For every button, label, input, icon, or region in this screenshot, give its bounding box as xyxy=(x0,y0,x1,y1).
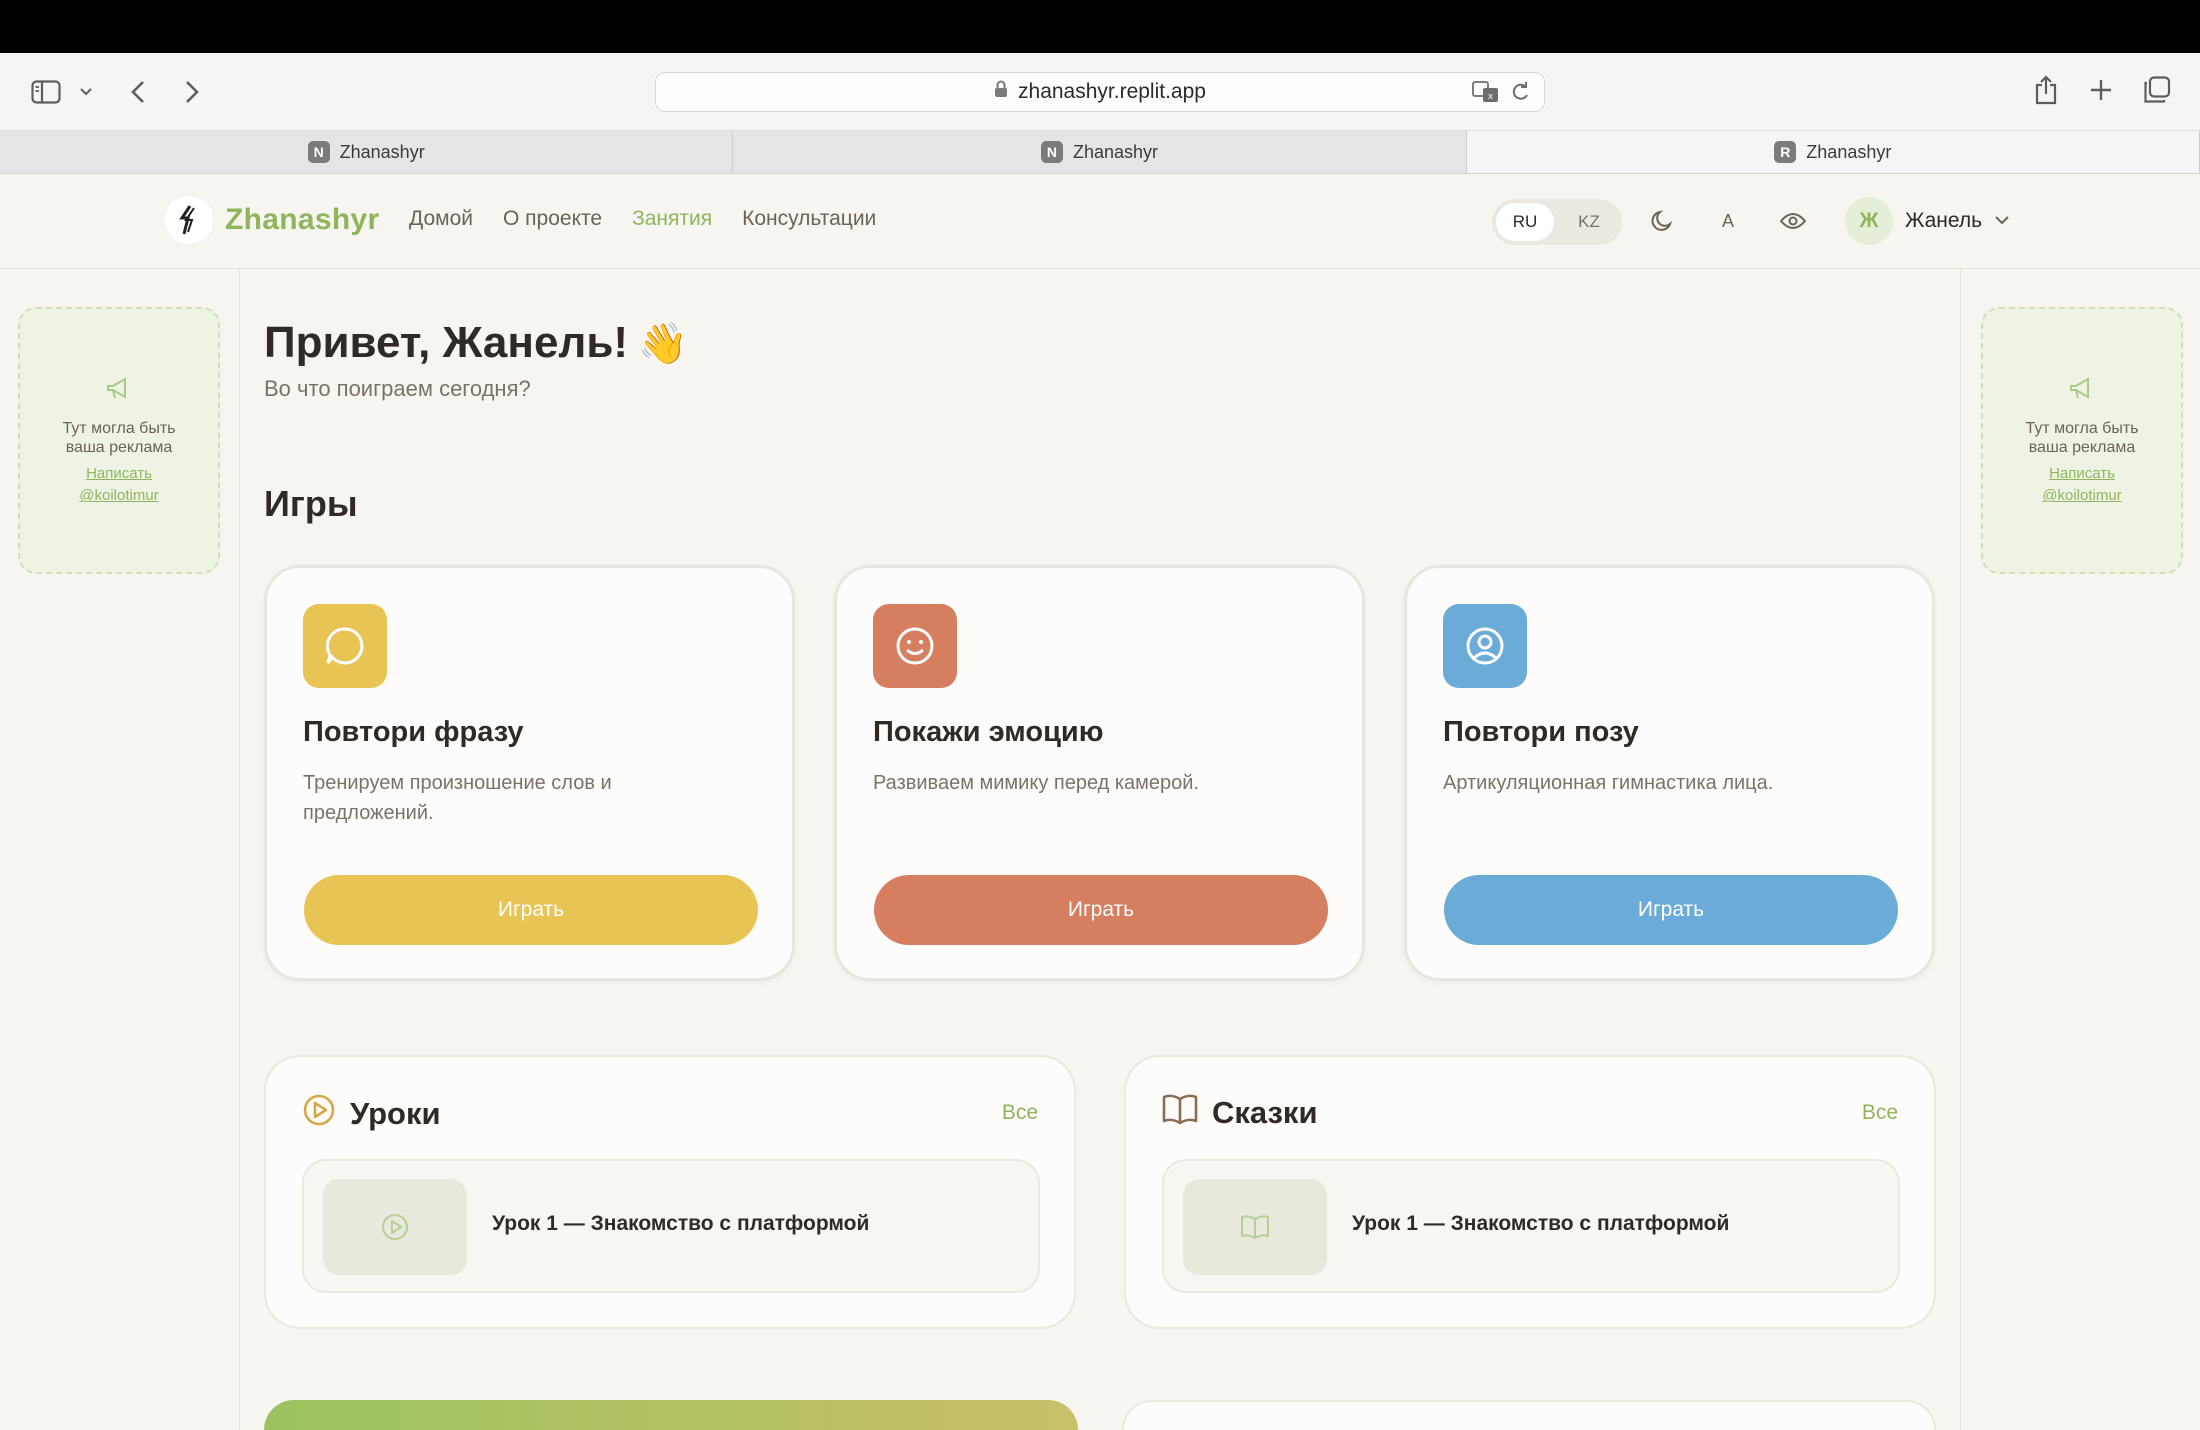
page-subtitle: Во что поиграем сегодня? xyxy=(264,376,531,401)
game-title: Повтори позу xyxy=(1443,716,1639,748)
play-button[interactable]: Играть xyxy=(874,875,1328,945)
language-switcher: RU KZ xyxy=(1492,199,1622,245)
list-item-title: Урок 1 — Знакомство с платформой xyxy=(1352,1212,1730,1235)
right-ad-column: Тут могла быть ваша реклама Написать @ko… xyxy=(1960,269,2200,1430)
info-card xyxy=(1122,1400,1936,1430)
browser-tab-active[interactable]: R Zhanashyr xyxy=(1466,131,2200,173)
browser-tab[interactable]: N Zhanashyr xyxy=(0,131,734,173)
lock-icon xyxy=(994,80,1008,104)
waving-hand-icon: 👋 xyxy=(638,321,688,366)
reload-icon[interactable] xyxy=(1510,81,1530,109)
eye-icon[interactable] xyxy=(1778,207,1808,235)
favicon-icon: N xyxy=(307,141,330,163)
lessons-section: Уроки Все Урок 1 — Знакомство с платформ… xyxy=(264,1055,1076,1329)
play-circle-icon xyxy=(323,1179,467,1275)
user-menu[interactable]: Ж Жанель xyxy=(1845,197,2010,245)
nav-item-lessons[interactable]: Занятия xyxy=(632,207,712,231)
book-icon xyxy=(1162,1093,1198,1133)
sidebar-toggle-icon[interactable] xyxy=(30,77,62,107)
games-section-title: Игры xyxy=(264,483,358,524)
see-all-link[interactable]: Все xyxy=(1002,1101,1038,1125)
list-item[interactable]: Урок 1 — Знакомство с платформой xyxy=(302,1159,1040,1293)
ad-write-link[interactable]: Написать xyxy=(86,465,152,483)
list-item[interactable]: Урок 1 — Знакомство с платформой xyxy=(1162,1159,1900,1293)
address-bar[interactable]: zhanashyr.replit.app x xyxy=(655,72,1545,112)
greeting-text: Привет, Жанель! xyxy=(264,318,629,367)
play-circle-icon xyxy=(302,1093,336,1135)
ad-handle-link[interactable]: @koilotimur xyxy=(2042,487,2121,505)
ad-handle-link[interactable]: @koilotimur xyxy=(79,487,158,505)
page-title: Привет, Жанель! 👋 xyxy=(264,318,688,368)
ad-placeholder: Тут могла быть ваша реклама Написать @ko… xyxy=(1981,307,2183,574)
game-title: Повтори фразу xyxy=(303,716,524,748)
url-text: zhanashyr.replit.app xyxy=(1018,80,1206,103)
game-description: Артикуляционная гимнастика лица. xyxy=(1443,772,1774,794)
avatar: Ж xyxy=(1845,197,1893,245)
browser-tabs: N Zhanashyr N Zhanashyr R Zhanashyr xyxy=(0,131,2200,174)
list-item-title: Урок 1 — Знакомство с платформой xyxy=(492,1212,870,1235)
ad-write-link[interactable]: Написать xyxy=(2049,465,2115,483)
tales-section: Сказки Все Урок 1 — Знакомство с платфор… xyxy=(1124,1055,1936,1329)
svg-text:x: x xyxy=(1488,92,1494,102)
favicon-icon: R xyxy=(1774,141,1797,163)
see-all-link[interactable]: Все xyxy=(1862,1101,1898,1125)
share-icon[interactable] xyxy=(2032,73,2060,107)
user-circle-icon xyxy=(1443,604,1527,688)
browser-toolbar: zhanashyr.replit.app x xyxy=(0,53,2200,131)
logo-icon xyxy=(165,196,213,244)
browser-tab[interactable]: N Zhanashyr xyxy=(733,131,1467,173)
game-description: Развиваем мимику перед камерой. xyxy=(873,772,1200,794)
forward-icon[interactable] xyxy=(180,77,204,107)
back-icon[interactable] xyxy=(126,77,150,107)
ad-text: Тут могла быть ваша реклама xyxy=(2025,419,2139,457)
smile-icon xyxy=(873,604,957,688)
system-top-bar xyxy=(0,0,2200,53)
translate-icon[interactable]: x xyxy=(1472,81,1500,109)
ad-placeholder: Тут могла быть ваша реклама Написать @ko… xyxy=(18,307,220,574)
play-button[interactable]: Играть xyxy=(1444,875,1898,945)
lang-ru-button[interactable]: RU xyxy=(1496,203,1554,241)
game-title: Покажи эмоцию xyxy=(873,716,1104,748)
nav-item-about[interactable]: О проекте xyxy=(503,207,602,231)
section-title: Сказки xyxy=(1212,1095,1318,1130)
game-card-repeat-pose: Повтори позу Артикуляционная гимнастика … xyxy=(1404,565,1935,981)
left-ad-column: Тут могла быть ваша реклама Написать @ko… xyxy=(0,269,240,1430)
lang-kz-button[interactable]: KZ xyxy=(1560,203,1618,241)
user-name: Жанель xyxy=(1905,209,1983,232)
main-nav: Домой О проекте Занятия Консультации xyxy=(409,207,876,231)
play-button[interactable]: Играть xyxy=(304,875,758,945)
section-header: Уроки xyxy=(302,1093,441,1135)
font-size-button[interactable]: A xyxy=(1718,207,1738,235)
book-icon xyxy=(1183,1179,1327,1275)
megaphone-icon xyxy=(105,376,133,407)
tab-title: Zhanashyr xyxy=(1806,141,1892,162)
section-title: Уроки xyxy=(350,1096,441,1131)
section-header: Сказки xyxy=(1162,1093,1318,1133)
promo-card xyxy=(264,1400,1078,1430)
nav-item-consultations[interactable]: Консультации xyxy=(742,207,876,231)
chat-bubble-icon xyxy=(303,604,387,688)
app-header: Zhanashyr Домой О проекте Занятия Консул… xyxy=(0,174,2200,269)
game-card-show-emotion: Покажи эмоцию Развиваем мимику перед кам… xyxy=(834,565,1365,981)
game-card-repeat-phrase: Повтори фразу Тренируем произношение сло… xyxy=(264,565,795,981)
megaphone-icon xyxy=(2068,376,2096,407)
new-tab-icon[interactable] xyxy=(2088,77,2114,103)
tab-title: Zhanashyr xyxy=(339,141,425,162)
tab-title: Zhanashyr xyxy=(1072,141,1159,162)
moon-icon[interactable] xyxy=(1648,207,1676,235)
chevron-down-icon[interactable] xyxy=(78,83,94,101)
logo-text: Zhanashyr xyxy=(225,203,380,236)
game-description: Тренируем произношение слов и предложени… xyxy=(303,772,612,824)
logo[interactable]: Zhanashyr xyxy=(165,196,379,244)
ad-text: Тут могла быть ваша реклама xyxy=(62,419,176,457)
chevron-down-icon xyxy=(1994,212,2010,230)
nav-item-home[interactable]: Домой xyxy=(409,207,473,231)
tab-overview-icon[interactable] xyxy=(2142,75,2172,105)
favicon-icon: N xyxy=(1040,141,1063,163)
